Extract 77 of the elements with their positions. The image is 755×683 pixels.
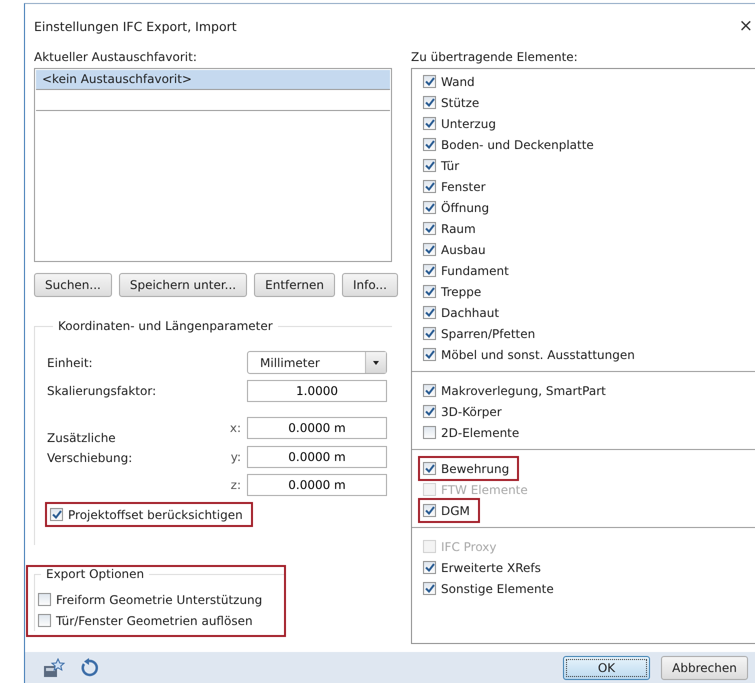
checkbox-label: Erweiterte XRefs bbox=[441, 560, 541, 574]
checkbox-label: Möbel und sonst. Ausstattungen bbox=[441, 348, 635, 362]
field-label: Skalierungsfaktor: bbox=[47, 384, 158, 398]
checkbox[interactable] bbox=[423, 504, 436, 517]
favorite-button[interactable]: Entfernen bbox=[254, 273, 335, 297]
checkbox-label: Fundament bbox=[441, 264, 509, 278]
window-title: Einstellungen IFC Export, Import bbox=[34, 18, 237, 34]
close-button[interactable]: × bbox=[736, 16, 755, 36]
checkbox[interactable] bbox=[423, 306, 436, 319]
group-legend: Koordinaten- und Längenparameter bbox=[53, 319, 278, 333]
checkbox[interactable] bbox=[423, 462, 436, 475]
checkbox-label: Öffnung bbox=[441, 200, 490, 214]
offset-field[interactable]: 0.0000 m bbox=[247, 446, 387, 468]
checkbox[interactable] bbox=[423, 222, 436, 235]
axis-label: x: bbox=[230, 420, 242, 434]
checkbox[interactable] bbox=[423, 327, 436, 340]
field-label: Zusätzliche Verschiebung: bbox=[47, 430, 134, 467]
unit-dropdown[interactable]: Millimeter bbox=[247, 351, 387, 374]
checkbox[interactable] bbox=[423, 285, 436, 298]
checkbox[interactable] bbox=[423, 426, 436, 439]
favorite-item[interactable]: <kein Austauschfavorit> bbox=[36, 70, 390, 90]
checkbox-label: Ausbau bbox=[441, 242, 486, 256]
checkbox[interactable] bbox=[423, 180, 436, 193]
star-folder-icon[interactable] bbox=[43, 658, 65, 678]
checkbox[interactable] bbox=[38, 614, 51, 627]
checkbox-label: Boden- und Deckenplatte bbox=[441, 138, 594, 152]
reset-icon[interactable] bbox=[79, 658, 99, 678]
checkbox[interactable] bbox=[423, 243, 436, 256]
checkbox[interactable] bbox=[423, 384, 436, 397]
checkbox-label: IFC Proxy bbox=[441, 540, 497, 554]
dialog-button[interactable]: Abbrechen bbox=[661, 656, 748, 680]
checkbox[interactable] bbox=[423, 405, 436, 418]
offset-field[interactable]: 0.0000 m bbox=[247, 416, 387, 438]
checkbox-label: Freiform Geometrie Unterstützung bbox=[56, 592, 262, 606]
checkbox-label: Treppe bbox=[441, 284, 482, 298]
checkbox[interactable] bbox=[423, 159, 436, 172]
checkbox-label: 2D-Elemente bbox=[441, 426, 520, 440]
checkbox[interactable] bbox=[50, 508, 63, 521]
checkbox-label: 3D-Körper bbox=[441, 404, 502, 418]
checkbox-label: Wand bbox=[441, 74, 475, 88]
scale-field[interactable]: 1.0000 bbox=[247, 380, 387, 402]
checkbox-label: Projektoffset berücksichtigen bbox=[68, 508, 243, 522]
checkbox[interactable] bbox=[423, 138, 436, 151]
axis-label: y: bbox=[230, 450, 242, 464]
checkbox[interactable] bbox=[423, 75, 436, 88]
checkbox-label: Fenster bbox=[441, 180, 486, 194]
favorites-label: Aktueller Austauschfavorit: bbox=[34, 50, 198, 64]
checkbox[interactable] bbox=[423, 96, 436, 109]
checkbox-label: Tür bbox=[441, 158, 460, 172]
field-label: Einheit: bbox=[47, 356, 94, 370]
checkbox[interactable] bbox=[423, 201, 436, 214]
checkbox-label: Stütze bbox=[441, 96, 480, 110]
checkbox-label: Raum bbox=[441, 222, 476, 236]
checkbox-label: FTW Elemente bbox=[441, 482, 528, 496]
checkbox-label: DGM bbox=[441, 504, 470, 518]
dialog-button[interactable]: OK bbox=[563, 656, 650, 680]
checkbox-label: Dachhaut bbox=[441, 306, 500, 320]
axis-label: z: bbox=[230, 478, 242, 492]
favorite-button[interactable]: Speichern unter... bbox=[118, 273, 248, 297]
checkbox-label: Makroverlegung, SmartPart bbox=[441, 384, 606, 398]
checkbox[interactable] bbox=[423, 117, 436, 130]
offset-field[interactable]: 0.0000 m bbox=[247, 474, 387, 496]
favorite-button[interactable]: Info... bbox=[342, 273, 398, 297]
caret-icon bbox=[365, 352, 386, 373]
elements-label: Zu übertragende Elemente: bbox=[411, 50, 579, 64]
checkbox[interactable] bbox=[423, 582, 436, 595]
checkbox[interactable] bbox=[423, 264, 436, 277]
checkbox[interactable] bbox=[423, 561, 436, 574]
checkbox-label: Bewehrung bbox=[441, 462, 510, 476]
checkbox-label: Sparren/Pfetten bbox=[441, 326, 536, 340]
checkbox-label: Sonstige Elemente bbox=[441, 582, 554, 596]
checkbox-label: Unterzug bbox=[441, 116, 496, 130]
checkbox[interactable] bbox=[38, 593, 51, 606]
checkbox-label: Tür/Fenster Geometrien auflösen bbox=[56, 614, 253, 628]
group-legend: Export Optionen bbox=[41, 567, 150, 581]
favorite-button[interactable]: Suchen... bbox=[34, 273, 112, 297]
checkbox[interactable] bbox=[423, 348, 436, 361]
